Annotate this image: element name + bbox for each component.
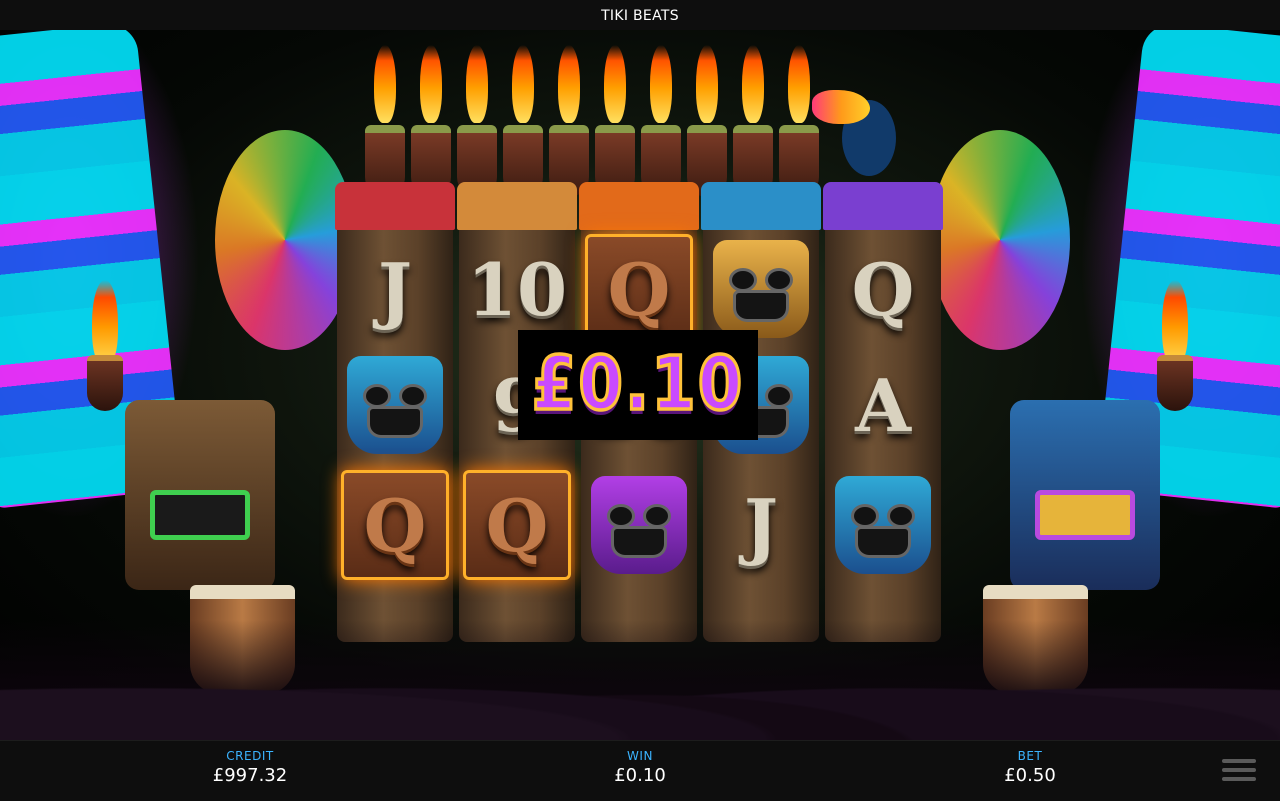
symbol-10: 10 xyxy=(466,246,568,332)
game-title: TIKI BEATS xyxy=(601,8,679,24)
hamburger-menu-icon[interactable] xyxy=(1222,759,1256,785)
symbol-j: J xyxy=(743,482,779,568)
left-tiki-drummer xyxy=(125,400,275,590)
reel-5: Q A xyxy=(823,182,943,642)
win-amount-popup: £0.10 xyxy=(518,330,758,440)
torch-9 xyxy=(733,45,773,197)
torch-2 xyxy=(411,45,451,197)
bet-value[interactable]: £0.50 xyxy=(930,765,1130,786)
bet-display[interactable]: BET £0.50 xyxy=(930,749,1130,786)
win-popup-amount: £0.10 xyxy=(530,341,745,430)
foreground-foliage xyxy=(0,620,1280,740)
torch-6 xyxy=(595,45,635,197)
symbol-a: A xyxy=(855,362,911,448)
torch-7 xyxy=(641,45,681,197)
reel-cap xyxy=(335,182,455,230)
purple-mask-icon xyxy=(585,470,693,580)
reel-cap xyxy=(579,182,699,230)
symbol-q: Q xyxy=(851,246,915,332)
symbol-q-winning: Q xyxy=(585,234,693,344)
reel-cap xyxy=(823,182,943,230)
blue-mask-icon xyxy=(341,350,449,460)
blue-mask-icon xyxy=(829,470,937,580)
bottom-bar: CREDIT £997.32 WIN £0.10 BET £0.50 xyxy=(0,740,1280,801)
reel-cap xyxy=(457,182,577,230)
reel-1: J Q xyxy=(335,182,455,642)
torch-1 xyxy=(365,45,405,197)
gold-mask-icon xyxy=(707,234,815,344)
symbol-q-winning: Q xyxy=(341,470,449,580)
toucan-icon xyxy=(812,70,902,180)
torch-4 xyxy=(503,45,543,197)
right-feather-fan xyxy=(930,130,1070,350)
credit-label: CREDIT xyxy=(226,749,274,763)
credit-value: £997.32 xyxy=(212,765,288,786)
win-label: WIN xyxy=(627,749,653,763)
torch-3 xyxy=(457,45,497,197)
symbol-j: J xyxy=(377,246,413,332)
torch-5 xyxy=(549,45,589,197)
left-feather-fan xyxy=(215,130,355,350)
right-tiki-drummer xyxy=(1010,400,1160,590)
win-display: WIN £0.10 xyxy=(540,749,740,786)
top-bar: TIKI BEATS xyxy=(0,0,1280,31)
win-value: £0.10 xyxy=(614,765,666,786)
reel-cap xyxy=(701,182,821,230)
bet-label: BET xyxy=(1017,749,1043,763)
torch-8 xyxy=(687,45,727,197)
game-stage[interactable]: J Q 10 9 Q Q 10 J Q A xyxy=(0,30,1280,740)
credit-display: CREDIT £997.32 xyxy=(150,749,350,786)
symbol-q-winning: Q xyxy=(463,470,571,580)
